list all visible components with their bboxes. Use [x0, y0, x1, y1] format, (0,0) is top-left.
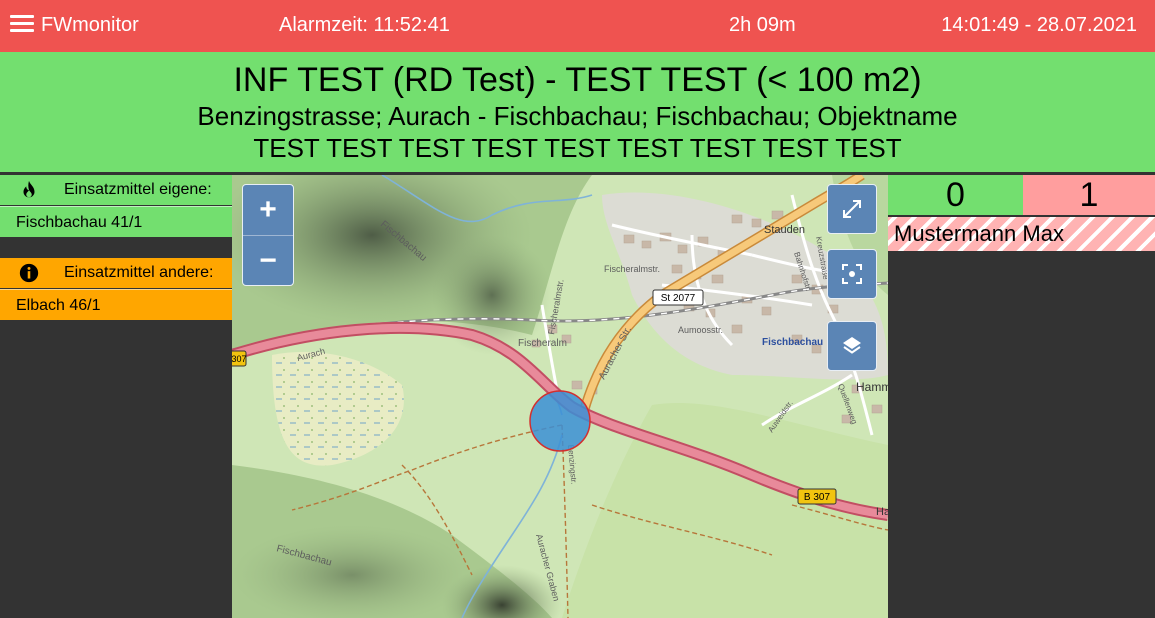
alarm-banner: INF TEST (RD Test) - TEST TEST (< 100 m2…: [0, 52, 1155, 172]
available-count: 0: [888, 175, 1023, 215]
own-resources-label: Einsatzmittel eigene:: [64, 181, 212, 198]
layers-button[interactable]: [827, 321, 877, 371]
road-shield-b307: B 307: [797, 488, 837, 505]
zoom-control: + −: [242, 184, 294, 286]
alarm-location-marker[interactable]: [529, 390, 591, 452]
alarm-remark: TEST TEST TEST TEST TEST TEST TEST TEST …: [253, 133, 902, 163]
alarm-address: Benzingstrasse; Aurach - Fischbachau; Fi…: [197, 101, 958, 131]
fire-icon: [23, 180, 35, 198]
map-label: Hamm: [856, 380, 888, 394]
map-label: Fischbachau: [762, 337, 823, 348]
map-label: Aumoosstr.: [678, 325, 723, 335]
map-label: Stauden: [764, 224, 805, 236]
elapsed-time: 2h 09m: [729, 14, 796, 36]
menu-icon[interactable]: [10, 15, 34, 35]
current-datetime: 14:01:49 - 28.07.2021: [941, 14, 1137, 36]
expand-icon: [843, 200, 861, 218]
alarm-keyword: INF TEST (RD Test) - TEST TEST (< 100 m2…: [233, 61, 922, 99]
map-label: Fischeralm: [518, 338, 567, 349]
person-entry[interactable]: Mustermann Max: [888, 217, 1155, 251]
svg-text:St 2077: St 2077: [661, 293, 696, 304]
own-resources-header: Einsatzmittel eigene:: [0, 175, 232, 205]
road-shield-b307-left: 307: [232, 350, 247, 367]
fullscreen-button[interactable]: [827, 184, 877, 234]
other-resources-label: Einsatzmittel andere:: [64, 264, 214, 281]
alarm-time: Alarmzeit: 11:52:41: [279, 14, 450, 36]
resources-panel: Einsatzmittel eigene: Fischbachau 41/1 E…: [0, 175, 232, 618]
svg-text:307: 307: [232, 354, 247, 364]
zoom-out-button[interactable]: −: [243, 236, 293, 286]
layers-icon: [843, 337, 861, 354]
own-resource-item[interactable]: Fischbachau 41/1: [0, 206, 232, 237]
road-shield-st2077: St 2077: [652, 289, 704, 306]
other-resources-header: Einsatzmittel andere:: [0, 258, 232, 288]
other-resource-item[interactable]: Elbach 46/1: [0, 289, 232, 320]
app-title: FWmonitor: [41, 14, 139, 36]
map-view[interactable]: St 2077 B 307 307 Fischbachau Fischeralm…: [232, 175, 888, 618]
map-canvas[interactable]: St 2077 B 307 307 Fischbachau Fischeralm…: [232, 175, 888, 618]
map-label: Fischeralmstr.: [604, 264, 660, 274]
top-bar: FWmonitor Alarmzeit: 11:52:41 2h 09m 14:…: [0, 0, 1155, 52]
svg-text:B 307: B 307: [804, 492, 831, 503]
zoom-in-button[interactable]: +: [243, 185, 293, 235]
unavailable-count: 1: [1023, 175, 1155, 215]
map-label: Ha: [876, 506, 888, 518]
personnel-panel: 0 1 Mustermann Max: [888, 175, 1155, 618]
center-map-button[interactable]: [827, 249, 877, 299]
info-icon: [19, 263, 39, 283]
focus-icon: [842, 264, 862, 284]
